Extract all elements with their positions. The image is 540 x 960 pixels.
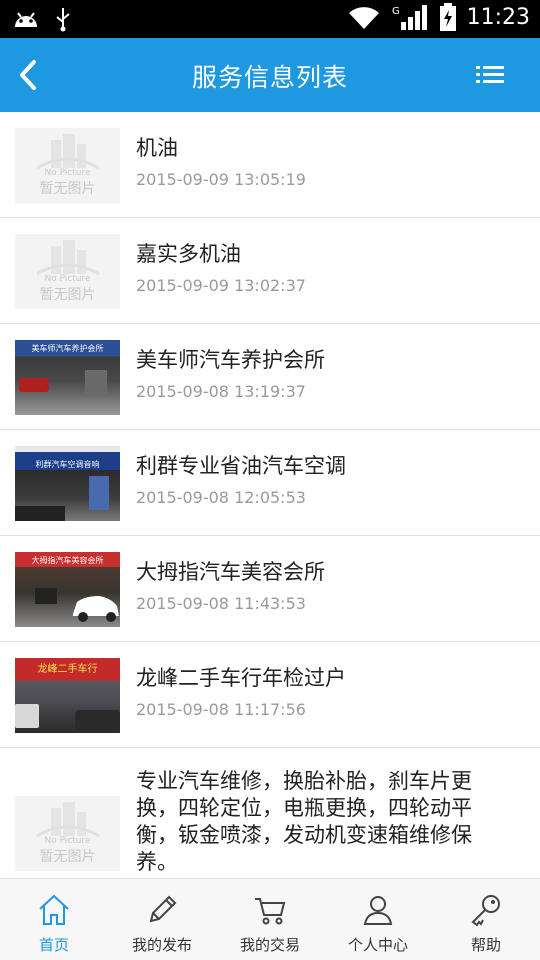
item-thumbnail: 大拇指汽车美容会所 (15, 552, 120, 627)
list-item[interactable]: No Picture 暂无图片 专业汽车维修，换胎补胎，刹车片更换，四轮定位，电… (0, 748, 540, 878)
nav-label: 帮助 (470, 936, 501, 954)
user-icon (363, 896, 393, 925)
item-title: 专业汽车维修，换胎补胎，刹车片更换，四轮定位，电瓶更换，四轮动平衡，钣金喷漆，发… (136, 769, 472, 874)
service-list: No Picture 暂无图片 机油 2015-09-09 13:05:19 N… (0, 112, 540, 878)
nav-label: 我的交易 (239, 936, 300, 954)
shop-photo: 大拇指汽车美容会所 (15, 552, 120, 627)
item-thumbnail: No Picture 暂无图片 (15, 128, 120, 203)
item-timestamp: 2015-09-09 13:05:19 (136, 170, 306, 189)
android-icon (15, 12, 37, 27)
list-item[interactable]: 美车师汽车养护会所 美车师汽车养护会所 2015-09-08 13:19:37 (0, 324, 540, 430)
nav-label: 个人中心 (347, 936, 408, 954)
item-title: 利群专业省油汽车空调 (136, 454, 346, 478)
item-title: 嘉实多机油 (136, 242, 241, 266)
car-shape (19, 370, 107, 396)
item-thumbnail: 龙峰二手车行 (15, 658, 120, 733)
nav-home[interactable]: 首页 (0, 879, 108, 960)
item-timestamp: 2015-09-08 12:05:53 (136, 488, 306, 507)
shop-photo: 美车师汽车养护会所 (15, 340, 120, 415)
network-type: G (392, 6, 400, 17)
car-shape (15, 476, 109, 521)
pencil-icon (149, 895, 177, 923)
page-title: 服务信息列表 (191, 63, 348, 92)
home-icon (39, 894, 69, 925)
placeholder-en-text: No Picture (44, 274, 91, 284)
nav-label: 我的发布 (131, 936, 192, 954)
placeholder-cn-text: 暂无图片 (39, 849, 96, 865)
item-title: 机油 (136, 136, 178, 160)
status-left-icons (12, 6, 72, 32)
signal-icon: G (392, 5, 427, 30)
building-placeholder-icon (36, 802, 100, 838)
cart-icon (255, 898, 286, 925)
car-shape (35, 588, 119, 622)
list-item[interactable]: 龙峰二手车行 龙峰二手车行年检过户 2015-09-08 11:17:56 (0, 642, 540, 748)
bottom-nav: 首页 我的发布 我的交易 个人中心 帮助 (0, 878, 540, 960)
status-bar: G 11:23 (0, 0, 540, 38)
menu-button[interactable] (474, 62, 506, 88)
placeholder-cn-text: 暂无图片 (39, 287, 96, 303)
nav-profile[interactable]: 个人中心 (324, 879, 432, 960)
item-title: 大拇指汽车美容会所 (136, 560, 325, 584)
wifi-icon (348, 7, 379, 30)
item-thumbnail: No Picture 暂无图片 (15, 234, 120, 309)
car-shape (15, 704, 120, 730)
nav-my-trades[interactable]: 我的交易 (216, 879, 324, 960)
no-picture-placeholder: No Picture 暂无图片 (15, 128, 120, 203)
item-timestamp: 2015-09-09 13:02:37 (136, 276, 306, 295)
shop-photo: 龙峰二手车行 (15, 658, 120, 733)
list-item[interactable]: No Picture 暂无图片 机油 2015-09-09 13:05:19 (0, 112, 540, 218)
item-thumbnail: 美车师汽车养护会所 (15, 340, 120, 415)
list-item[interactable]: 利群汽车空调音响 利群专业省油汽车空调 2015-09-08 12:05:53 (0, 430, 540, 536)
no-picture-placeholder: No Picture 暂无图片 (15, 234, 120, 309)
list-item[interactable]: 大拇指汽车美容会所 大拇指汽车美容会所 2015-09-08 11:43:53 (0, 536, 540, 642)
list-item[interactable]: No Picture 暂无图片 嘉实多机油 2015-09-09 13:02:3… (0, 218, 540, 324)
item-thumbnail: No Picture 暂无图片 (15, 796, 120, 871)
status-right-icons: G 11:23 (347, 2, 530, 32)
placeholder-cn-text: 暂无图片 (39, 181, 96, 197)
item-title: 龙峰二手车行年检过户 (136, 666, 346, 690)
placeholder-en-text: No Picture (44, 836, 91, 846)
nav-label: 首页 (38, 936, 69, 954)
building-placeholder-icon (36, 240, 100, 276)
building-placeholder-icon (36, 134, 100, 170)
item-timestamp: 2015-09-08 13:19:37 (136, 382, 306, 401)
list-menu-icon (476, 66, 504, 83)
item-timestamp: 2015-09-08 11:17:56 (136, 700, 306, 719)
battery-icon (439, 3, 456, 31)
shop-photo: 利群汽车空调音响 (15, 446, 120, 521)
item-timestamp: 2015-09-08 11:43:53 (136, 594, 306, 613)
no-picture-placeholder: No Picture 暂无图片 (15, 796, 120, 871)
nav-help[interactable]: 帮助 (432, 879, 540, 960)
usb-icon (56, 8, 70, 32)
key-icon (471, 895, 500, 927)
nav-my-posts[interactable]: 我的发布 (108, 879, 216, 960)
item-thumbnail: 利群汽车空调音响 (15, 446, 120, 521)
placeholder-en-text: No Picture (44, 168, 91, 178)
app-header: 服务信息列表 (0, 38, 540, 112)
status-time: 11:23 (466, 4, 530, 30)
item-title: 美车师汽车养护会所 (136, 348, 325, 372)
